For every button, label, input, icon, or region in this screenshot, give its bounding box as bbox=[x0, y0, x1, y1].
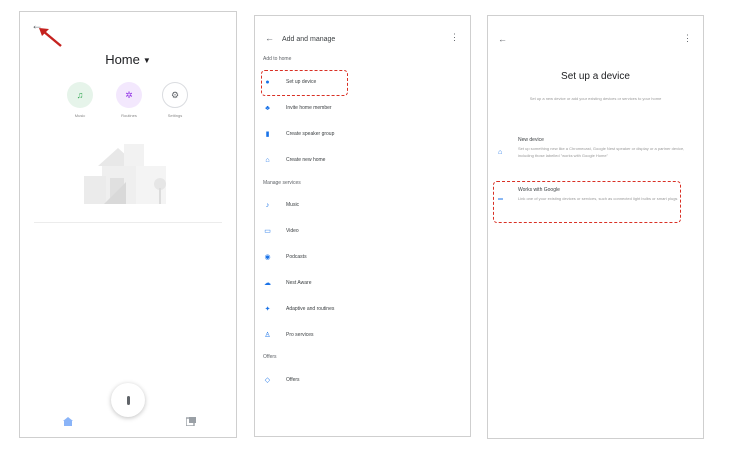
speaker-icon: ▮ bbox=[265, 131, 270, 138]
settings-label: Settings bbox=[167, 113, 183, 118]
screen-title: Add and manage bbox=[282, 36, 336, 43]
menu-item-podcasts[interactable]: ◉ Podcasts bbox=[263, 250, 306, 264]
option-works-with-google[interactable]: ═ Works with Google Link one of your exi… bbox=[498, 187, 693, 217]
video-icon: ▭ bbox=[264, 228, 271, 235]
menu-item-invite-member[interactable]: ♣ Invite home member bbox=[263, 101, 331, 115]
menu-item-new-home[interactable]: ⌂ Create new home bbox=[263, 153, 325, 167]
podcast-icon: ◉ bbox=[264, 254, 271, 261]
more-options-icon[interactable]: ⋮ bbox=[450, 33, 459, 42]
home-tab-icon[interactable] bbox=[63, 417, 73, 426]
routines-shortcut[interactable]: ✲ bbox=[116, 82, 142, 108]
tag-icon: ◇ bbox=[264, 377, 271, 384]
add-and-manage-screen: ← Add and manage ⋮ Add to home ● Set up de… bbox=[254, 15, 471, 437]
menu-item-offers[interactable]: ◇ Offers bbox=[263, 373, 300, 387]
routine-icon: ✦ bbox=[264, 306, 271, 313]
add-person-icon: ♣ bbox=[265, 104, 270, 112]
home-icon: ⌂ bbox=[265, 156, 270, 164]
section-header-add: Add to home bbox=[263, 56, 292, 62]
red-pointer-arrow bbox=[39, 28, 62, 47]
settings-shortcut[interactable]: ⚙ bbox=[162, 82, 188, 108]
set-up-device-screen: ← ⋮ Set up a device Set up a new device … bbox=[487, 15, 704, 439]
feed-tab-icon[interactable] bbox=[186, 417, 196, 426]
gear-icon: ⚙ bbox=[170, 89, 180, 100]
highlight-box bbox=[261, 70, 348, 96]
more-options-icon[interactable]: ⋮ bbox=[683, 34, 692, 43]
sparkle-icon: ✲ bbox=[125, 89, 133, 100]
option-title: New device bbox=[518, 137, 544, 143]
home-title[interactable]: Home ▼ bbox=[20, 52, 236, 67]
menu-item-video[interactable]: ▭ Video bbox=[263, 224, 299, 238]
section-header-offers: Offers bbox=[263, 354, 277, 360]
menu-item-pro-services[interactable]: ♙ Pro services bbox=[263, 328, 313, 342]
back-arrow-icon[interactable]: ← bbox=[265, 33, 274, 43]
section-header-manage: Manage services bbox=[263, 180, 301, 186]
music-label: Music bbox=[74, 113, 86, 118]
music-shortcut[interactable]: ♫ bbox=[67, 82, 93, 108]
page-subtitle: Set up a new device or add your existing… bbox=[529, 96, 662, 101]
option-description: Link one of your existing devices or ser… bbox=[518, 196, 678, 201]
menu-item-nest-aware[interactable]: ☁ Nest Aware bbox=[263, 276, 311, 290]
mic-button[interactable] bbox=[111, 383, 145, 417]
nest-icon: ☁ bbox=[264, 280, 271, 287]
option-description: Set up something new like a Chromecast, … bbox=[518, 146, 685, 158]
menu-item-routines[interactable]: ✦ Adaptive and routines bbox=[263, 302, 335, 316]
caret-down-icon: ▼ bbox=[142, 56, 151, 66]
home-icon: ⌂ bbox=[498, 149, 503, 156]
option-title: Works with Google bbox=[518, 187, 560, 193]
back-arrow-icon[interactable]: ← bbox=[498, 35, 507, 44]
menu-item-speaker-group[interactable]: ▮ Create speaker group bbox=[263, 127, 335, 141]
routines-label: Routines bbox=[121, 113, 137, 118]
music-note-icon: ♪ bbox=[265, 201, 270, 209]
mic-icon bbox=[126, 395, 130, 405]
home-screen: ← Home ▼ ♫ ✲ ⚙ Music Routines Settings bbox=[19, 11, 237, 438]
music-note-icon: ♫ bbox=[76, 90, 84, 100]
divider bbox=[34, 222, 222, 223]
screen-header: ← Add and manage bbox=[265, 33, 336, 44]
option-new-device[interactable]: ⌂ New device Set up something new like a… bbox=[498, 137, 693, 171]
empty-home-illustration bbox=[84, 144, 166, 204]
person-icon: ♙ bbox=[264, 332, 271, 339]
page-title: Set up a device bbox=[561, 71, 630, 82]
link-icon: ═ bbox=[498, 196, 503, 203]
menu-item-music[interactable]: ♪ Music bbox=[263, 198, 299, 212]
